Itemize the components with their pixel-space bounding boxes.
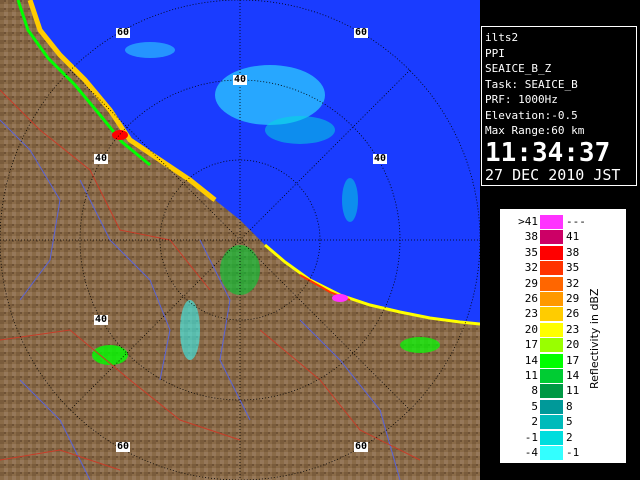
range-label: 60 — [354, 27, 369, 38]
legend-lower-bound: 17 — [524, 338, 538, 352]
scan-date: 27 DEC 2010 JST — [485, 165, 621, 184]
range-label: 60 — [116, 27, 131, 38]
radar-map — [0, 0, 480, 480]
legend-row: 20 23 — [506, 322, 590, 338]
legend-row: 14 17 — [506, 353, 590, 369]
legend-row: 25 — [506, 414, 590, 430]
legend-lower-bound: -4 — [524, 446, 538, 459]
legend-row: 38 41 — [506, 229, 590, 245]
range-label: 40 — [94, 153, 109, 164]
land-echo-3 — [180, 300, 200, 360]
legend-row: -4 -1 — [506, 445, 590, 461]
reflectivity-legend: >41 --- 38 41 35 38 32 35 29 32 26 29 23 26 20 23 17 20 14… — [500, 209, 626, 463]
legend-color-swatch — [540, 245, 563, 260]
product-name: SEAICE_B_Z — [485, 62, 552, 75]
legend-lower-bound: 35 — [524, 245, 538, 259]
legend-row: 29 32 — [506, 276, 590, 292]
legend-color-swatch — [540, 446, 563, 460]
scan-type: PPI — [485, 46, 505, 60]
legend-lower-bound: 2 — [531, 415, 538, 429]
sea-echo-cluster-3 — [125, 42, 175, 58]
legend-row: 23 26 — [506, 306, 590, 322]
legend-lower-bound: 14 — [524, 353, 538, 367]
scan-time: 11:34:37 — [485, 137, 611, 168]
legend-row: 32 35 — [506, 260, 590, 276]
legend-lower-bound: >41 — [518, 215, 538, 228]
range-label: 60 — [116, 441, 131, 452]
legend-upper-bound: -1 — [566, 446, 580, 459]
legend-color-swatch — [540, 230, 563, 245]
land-echo-1 — [92, 345, 128, 365]
elevation-value: Elevation:-0.5 — [485, 108, 578, 122]
legend-lower-bound: 29 — [524, 276, 538, 290]
legend-color-swatch — [540, 261, 563, 276]
legend-color-swatch — [540, 384, 563, 399]
legend-color-swatch — [540, 415, 563, 430]
legend-lower-bound: 38 — [524, 230, 538, 244]
prf-value: PRF: 1000Hz — [485, 93, 558, 106]
range-label: 40 — [373, 153, 388, 164]
legend-lower-bound: -1 — [524, 430, 538, 444]
station-name: ilts2 — [485, 31, 519, 44]
legend-color-swatch — [540, 215, 563, 229]
legend-color-swatch — [540, 399, 563, 414]
sea-echo-cluster-2 — [265, 116, 335, 144]
legend-color-swatch — [540, 292, 563, 306]
legend-color-swatch — [540, 307, 563, 322]
legend-color-swatch — [540, 430, 563, 445]
legend-row: 17 20 — [506, 337, 590, 353]
legend-upper-bound: 2 — [566, 430, 573, 444]
sea-echo-cluster — [215, 65, 325, 125]
land-echo-4 — [400, 337, 440, 353]
task-name: Task: SEAICE_B — [485, 77, 578, 91]
legend-upper-bound: --- — [566, 215, 586, 228]
strong-echo-cell — [112, 130, 128, 140]
legend-row: 26 29 — [506, 291, 590, 307]
legend-color-swatch — [540, 353, 563, 368]
radar-ppi-display[interactable]: 60 60 40 40 40 40 60 60 — [0, 0, 480, 480]
legend-color-swatch — [540, 276, 563, 291]
legend-color-swatch — [540, 322, 563, 337]
legend-row: 35 38 — [506, 245, 590, 261]
legend-lower-bound: 32 — [524, 261, 538, 275]
legend-lower-bound: 23 — [524, 307, 538, 321]
legend-lower-bound: 20 — [524, 322, 538, 336]
legend-row: 58 — [506, 399, 590, 415]
legend-lower-bound: 8 — [531, 384, 538, 398]
scan-info-panel: ilts2 PPI SEAICE_B_Z Task: SEAICE_B PRF:… — [481, 26, 637, 186]
legend-row: >41 --- — [506, 214, 590, 230]
max-range-value: Max Range:60 km — [485, 124, 585, 137]
legend-color-swatch — [540, 369, 563, 383]
legend-unit-label: Reflectivity in dBZ — [588, 288, 601, 390]
legend-row: 11 14 — [506, 368, 590, 384]
range-label: 40 — [233, 74, 248, 85]
legend-lower-bound: 5 — [531, 399, 538, 413]
range-label: 60 — [354, 441, 369, 452]
legend-color-swatch — [540, 338, 563, 353]
sea-echo-cluster-4 — [342, 178, 358, 222]
legend-row: -1 2 — [506, 430, 590, 446]
legend-upper-bound: 41 — [566, 230, 580, 244]
strong-echo-cell-east — [332, 294, 348, 302]
legend-row: 8 11 — [506, 383, 590, 399]
range-label: 40 — [94, 314, 109, 325]
legend-lower-bound: 26 — [524, 292, 538, 305]
legend-lower-bound: 11 — [524, 369, 538, 382]
